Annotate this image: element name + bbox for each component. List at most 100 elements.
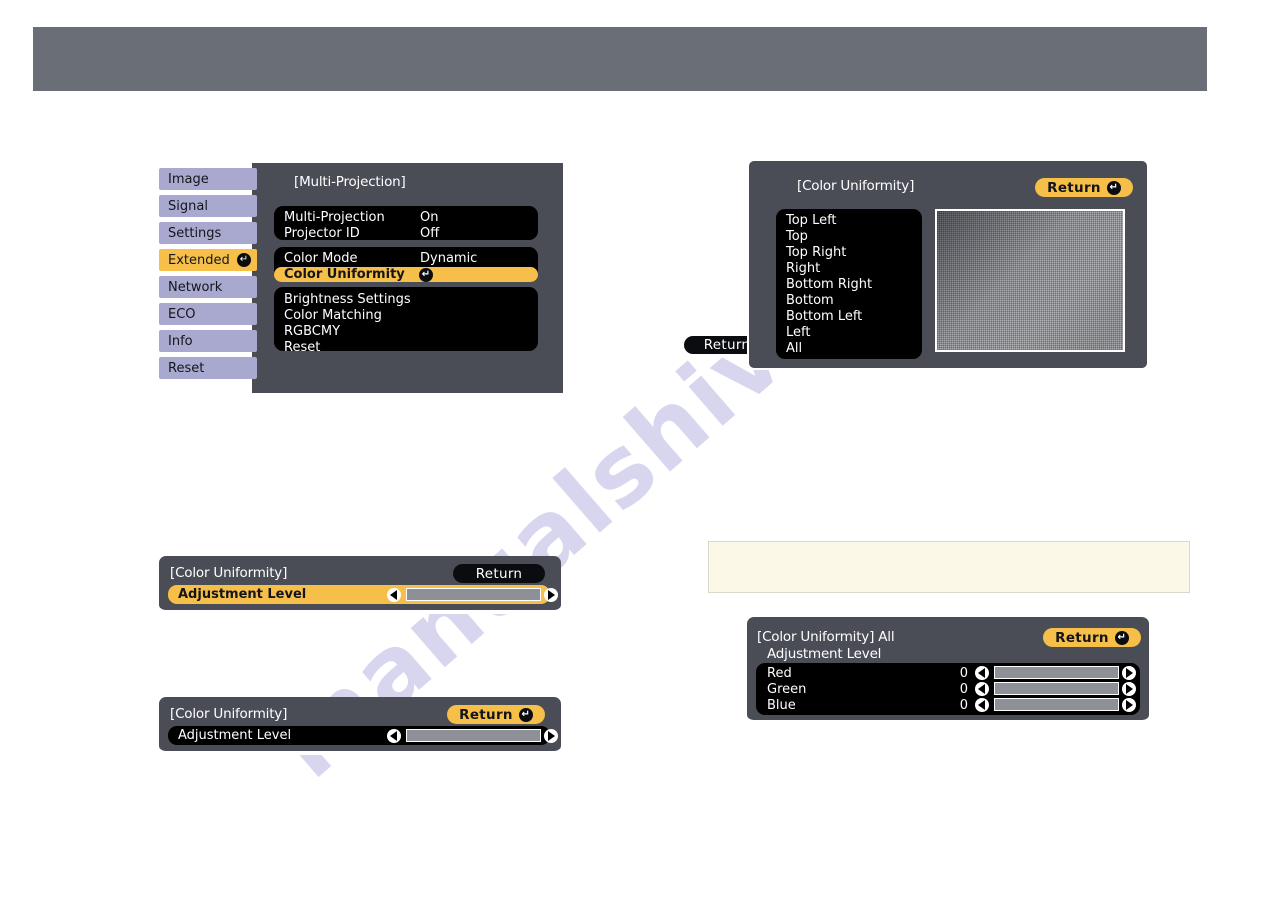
menu-tab-label: ECO	[168, 306, 196, 322]
row-multi-projection[interactable]: Multi-Projection On	[274, 209, 538, 225]
return-button[interactable]: Return ↵	[1043, 628, 1141, 647]
arrow-right-icon[interactable]	[544, 588, 558, 602]
menu-tab-network[interactable]: Network	[159, 276, 257, 298]
position-list: Top Left Top Top Right Right Bottom Righ…	[776, 209, 922, 359]
position-item-bottom-right[interactable]: Bottom Right	[776, 276, 922, 292]
panel-title: [Multi-Projection]	[294, 174, 406, 190]
return-label: Return	[1055, 629, 1109, 646]
settings-group-3: Brightness Settings Color Matching RGBCM…	[274, 287, 538, 355]
top-banner	[33, 27, 1207, 91]
row-color-matching[interactable]: Color Matching	[274, 307, 538, 323]
menu-tab-label: Network	[168, 279, 223, 295]
row-label: Color Matching	[284, 307, 382, 323]
panel-title: [Color Uniformity]	[797, 178, 915, 194]
adjustment-level-label: Adjustment Level	[178, 728, 292, 743]
enter-arrow-icon: ↵	[518, 707, 533, 722]
menu-tab-label: Signal	[168, 198, 208, 214]
menu-tab-eco[interactable]: ECO	[159, 303, 257, 325]
rgb-row-green[interactable]: Green 0	[756, 681, 1140, 697]
arrow-left-icon[interactable]	[387, 729, 401, 743]
menu-tab-label: Image	[168, 171, 209, 187]
return-label: Return	[475, 565, 523, 582]
position-item-bottom-left[interactable]: Bottom Left	[776, 308, 922, 324]
adjustment-level-panel-selected: [Color Uniformity] Return Adjustment Lev…	[159, 556, 561, 612]
multi-projection-panel: [Multi-Projection] Return Multi-Projecti…	[252, 163, 770, 393]
menu-tab-label: Settings	[168, 225, 222, 241]
position-item-top[interactable]: Top	[776, 228, 922, 244]
rgb-value: 0	[959, 681, 968, 697]
arrow-right-icon[interactable]	[544, 729, 558, 743]
arrow-right-icon[interactable]	[1122, 666, 1136, 680]
rgb-slider[interactable]	[994, 682, 1119, 695]
adjustment-level-slider[interactable]	[406, 729, 541, 742]
position-item-all[interactable]: All	[776, 340, 922, 356]
adjustment-level-slider[interactable]	[406, 588, 541, 601]
panel-title: [Color Uniformity]	[170, 565, 288, 581]
menu-tab-label: Info	[168, 333, 193, 349]
rgb-slider-group: Red 0 Green 0 Blue 0	[756, 663, 1140, 715]
rgb-slider[interactable]	[994, 666, 1119, 679]
adjustment-level-label: Adjustment Level	[178, 587, 307, 602]
arrow-left-icon[interactable]	[975, 666, 989, 680]
menu-tab-label: Extended	[168, 252, 230, 268]
row-color-uniformity[interactable]: Color Uniformity ↵	[274, 267, 538, 282]
panel-subtitle: Adjustment Level	[767, 646, 882, 662]
rgb-slider[interactable]	[994, 698, 1119, 711]
position-item-top-left[interactable]: Top Left	[776, 212, 922, 228]
adjustment-level-panel-unselected: [Color Uniformity] Return ↵ Adjustment L…	[159, 697, 561, 753]
row-label: RGBCMY	[284, 323, 341, 339]
menu-tab-settings[interactable]: Settings	[159, 222, 257, 244]
arrow-right-icon[interactable]	[1122, 698, 1136, 712]
return-button[interactable]: Return ↵	[1035, 178, 1133, 197]
rgb-value: 0	[959, 665, 968, 681]
menu-tab-reset[interactable]: Reset	[159, 357, 257, 379]
menu-tab-signal[interactable]: Signal	[159, 195, 257, 217]
enter-arrow-icon: ↵	[1114, 630, 1129, 645]
rgb-row-blue[interactable]: Blue 0	[756, 697, 1140, 713]
arrow-right-icon[interactable]	[1122, 682, 1136, 696]
row-value: Dynamic	[420, 250, 478, 266]
row-projector-id[interactable]: Projector ID Off	[274, 225, 538, 241]
panel-title: [Color Uniformity] All	[757, 629, 895, 645]
position-item-right[interactable]: Right	[776, 260, 922, 276]
row-reset[interactable]: Reset	[274, 339, 538, 355]
position-item-bottom[interactable]: Bottom	[776, 292, 922, 308]
arrow-left-icon[interactable]	[387, 588, 401, 602]
settings-group-1: Multi-Projection On Projector ID Off	[274, 206, 538, 241]
row-label: Projector ID	[284, 225, 360, 241]
arrow-left-icon[interactable]	[975, 698, 989, 712]
menu-tab-info[interactable]: Info	[159, 330, 257, 352]
arrow-left-icon[interactable]	[975, 682, 989, 696]
row-rgbcmy[interactable]: RGBCMY	[274, 323, 538, 339]
row-label: Brightness Settings	[284, 291, 411, 307]
menu-tab-extended[interactable]: Extended ↵	[159, 249, 257, 271]
row-value: On	[420, 209, 439, 225]
row-brightness-settings[interactable]: Brightness Settings	[274, 291, 538, 307]
panel-title: [Color Uniformity]	[170, 706, 288, 722]
row-label: Multi-Projection	[284, 209, 385, 225]
rgb-label: Blue	[767, 697, 796, 713]
uniformity-preview-image	[935, 209, 1125, 352]
adjustment-level-row[interactable]: Adjustment Level	[168, 726, 558, 745]
return-label: Return	[703, 337, 751, 353]
rgb-label: Green	[767, 681, 807, 697]
row-color-mode[interactable]: Color Mode Dynamic	[274, 250, 538, 266]
return-label: Return	[1047, 179, 1101, 196]
adjustment-level-row[interactable]: Adjustment Level	[168, 585, 558, 604]
return-button[interactable]: Return	[453, 564, 545, 583]
rgb-row-red[interactable]: Red 0	[756, 665, 1140, 681]
position-item-left[interactable]: Left	[776, 324, 922, 340]
note-callout-box	[708, 541, 1190, 593]
row-label: Reset	[284, 339, 321, 355]
settings-group-2: Color Mode Dynamic Color Uniformity ↵	[274, 247, 538, 282]
menu-tab-image[interactable]: Image	[159, 168, 257, 190]
color-uniformity-rgb-panel: [Color Uniformity] All Adjustment Level …	[747, 617, 1149, 722]
row-label: Color Mode	[284, 250, 358, 266]
row-value: Off	[420, 225, 440, 241]
rgb-value: 0	[959, 697, 968, 713]
position-item-top-right[interactable]: Top Right	[776, 244, 922, 260]
return-button[interactable]: Return ↵	[447, 705, 545, 724]
row-label: Color Uniformity	[284, 267, 405, 282]
enter-arrow-icon: ↵	[1106, 180, 1121, 195]
menu-tab-list: Image Signal Settings Extended ↵ Network…	[159, 168, 257, 384]
